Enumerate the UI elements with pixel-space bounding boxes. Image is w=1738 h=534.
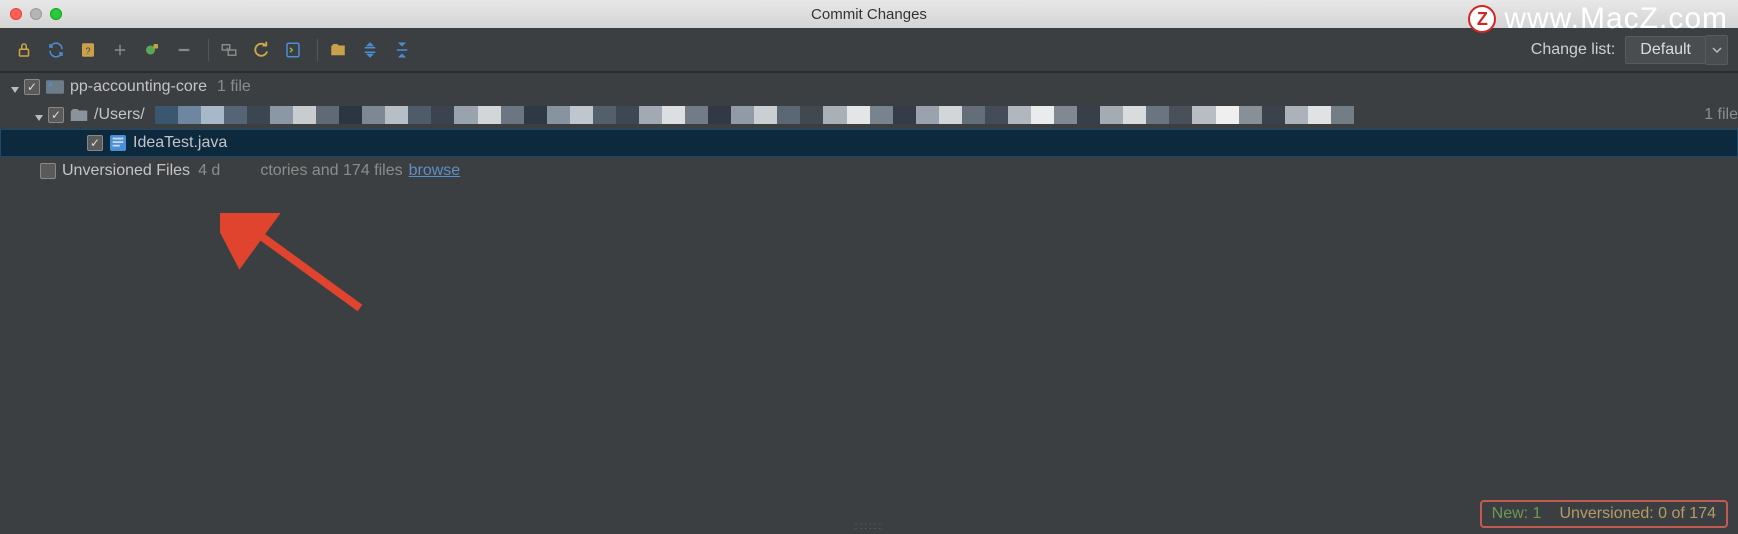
folder-icon xyxy=(70,107,88,123)
window-controls xyxy=(10,8,62,20)
unversioned-detail-suffix: ctories and 174 files xyxy=(260,162,402,180)
change-list-select[interactable]: Default xyxy=(1625,35,1728,65)
minimize-window-button[interactable] xyxy=(30,8,42,20)
maximize-window-button[interactable] xyxy=(50,8,62,20)
expand-toggle-icon[interactable] xyxy=(10,82,20,92)
close-window-button[interactable] xyxy=(10,8,22,20)
toolbar: ? Change list: Default xyxy=(0,28,1738,72)
annotation-arrow xyxy=(220,213,370,313)
tree-root-count: 1 file xyxy=(217,78,251,96)
help-icon[interactable]: ? xyxy=(74,36,102,64)
tree-path-prefix: /Users/ xyxy=(94,106,145,124)
collapse-all-icon[interactable] xyxy=(388,36,416,64)
move-changelist-icon[interactable] xyxy=(215,36,243,64)
status-bar: New: 1 Unversioned: 0 of 174 xyxy=(1480,500,1728,528)
module-icon xyxy=(46,79,64,95)
checkbox[interactable] xyxy=(48,107,64,123)
redacted-path xyxy=(155,106,1685,124)
expand-all-icon[interactable] xyxy=(356,36,384,64)
chevron-down-icon[interactable] xyxy=(1706,35,1728,65)
unversioned-detail-prefix: 4 d xyxy=(198,162,220,180)
tree-root-name: pp-accounting-core xyxy=(70,78,207,96)
resize-grip[interactable]: :::::: xyxy=(855,521,884,532)
change-list-label: Change list: xyxy=(1531,41,1616,59)
status-new: New: 1 xyxy=(1492,505,1542,523)
tree-path-row[interactable]: /Users/ 1 file xyxy=(0,101,1738,129)
status-unversioned: Unversioned: 0 of 174 xyxy=(1559,505,1716,523)
revert-icon[interactable] xyxy=(247,36,275,64)
changes-tree: pp-accounting-core 1 file /Users/ 1 file… xyxy=(0,72,1738,534)
group-by-directory-icon[interactable] xyxy=(324,36,352,64)
new-changelist-icon[interactable] xyxy=(138,36,166,64)
browse-link[interactable]: browse xyxy=(409,162,461,180)
checkbox[interactable] xyxy=(24,79,40,95)
window-title: Commit Changes xyxy=(811,6,927,23)
toolbar-separator xyxy=(317,39,318,61)
java-file-icon xyxy=(109,135,127,151)
checkbox[interactable] xyxy=(87,135,103,151)
tree-root-row[interactable]: pp-accounting-core 1 file xyxy=(0,73,1738,101)
svg-text:?: ? xyxy=(85,45,90,55)
expand-toggle-icon[interactable] xyxy=(34,110,44,120)
lock-icon[interactable] xyxy=(10,36,38,64)
diff-icon[interactable] xyxy=(279,36,307,64)
expand-icon[interactable] xyxy=(106,36,134,64)
change-list-selected[interactable]: Default xyxy=(1625,36,1706,64)
tree-file-name: IdeaTest.java xyxy=(133,134,227,152)
titlebar: Commit Changes xyxy=(0,0,1738,28)
unversioned-row[interactable]: Unversioned Files 4 d ctories and 174 fi… xyxy=(0,157,1738,185)
refresh-icon[interactable] xyxy=(42,36,70,64)
tree-path-count: 1 file xyxy=(1704,106,1738,124)
remove-icon[interactable] xyxy=(170,36,198,64)
checkbox[interactable] xyxy=(40,163,56,179)
toolbar-separator xyxy=(208,39,209,61)
tree-file-row[interactable]: IdeaTest.java xyxy=(0,129,1738,157)
unversioned-label: Unversioned Files xyxy=(62,162,190,180)
